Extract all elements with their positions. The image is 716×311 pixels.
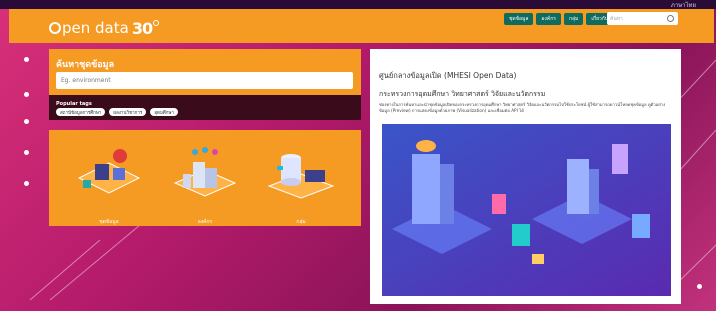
dataset-search-input[interactable]: Eg. environment <box>56 72 353 89</box>
tag-chip[interactable]: อุดมศึกษา <box>150 108 178 116</box>
category-organizations[interactable]: องค์กร <box>165 138 245 225</box>
dataset-search-panel: ค้นหาชุดข้อมูล Eg. environment Popular t… <box>49 49 361 120</box>
search-title: ค้นหาชุดข้อมูล <box>56 60 115 70</box>
category-label: กลุ่ม <box>296 219 306 225</box>
popular-tags: สถานีข้อมูลการศึกษา ผลงานวิชาการ อุดมศึก… <box>56 108 178 116</box>
data-server-icon <box>77 149 141 194</box>
popular-tags-label: Popular tags <box>56 101 92 107</box>
search-panel-header: ค้นหาชุดข้อมูล Eg. environment <box>49 49 361 95</box>
category-panel: ชุดข้อมูล องค์กร กลุ่ม <box>49 130 361 226</box>
search-placeholder: Eg. environment <box>61 77 111 84</box>
tag-chip[interactable]: ผลงานวิชาการ <box>109 108 147 116</box>
info-description: ช่องทางในการค้นหาและนำชุดข้อมูลเปิดของกร… <box>379 102 666 113</box>
hero-illustration <box>382 124 671 296</box>
category-groups[interactable]: กลุ่ม <box>261 138 341 225</box>
category-label: ชุดข้อมูล <box>99 219 119 225</box>
tag-chip[interactable]: สถานีข้อมูลการศึกษา <box>56 108 106 116</box>
info-title: ศูนย์กลางข้อมูลเปิด (MHESI Open Data) <box>379 71 517 80</box>
info-subtitle: กระทรวงการอุดมศึกษา วิทยาศาสตร์ วิจัยและ… <box>379 90 546 98</box>
info-panel: ศูนย์กลางข้อมูลเปิด (MHESI Open Data) กร… <box>370 49 681 304</box>
category-label: องค์กร <box>197 219 213 225</box>
group-icon <box>267 154 335 199</box>
category-datasets[interactable]: ชุดข้อมูล <box>69 138 149 225</box>
organization-icon <box>173 147 237 197</box>
